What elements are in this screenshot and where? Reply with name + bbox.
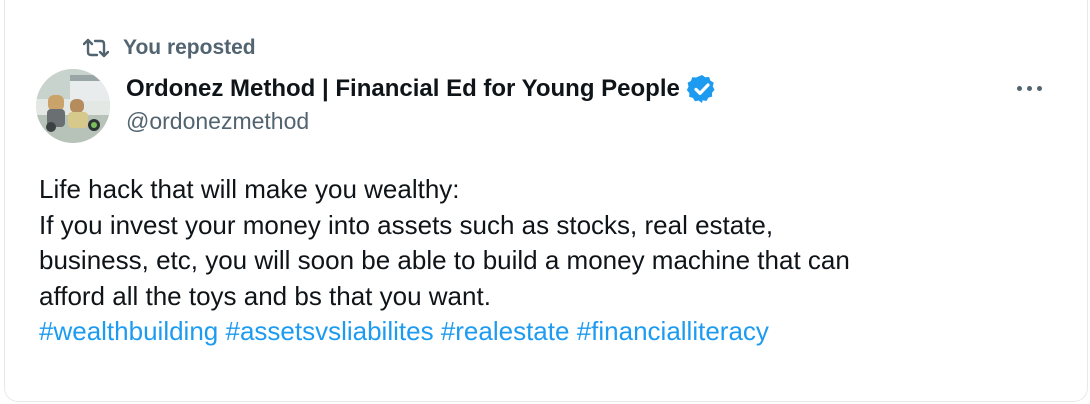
dot: [1016, 85, 1022, 91]
repost-label: You reposted: [123, 36, 256, 59]
repost-icon: [83, 38, 109, 58]
hashtag-link[interactable]: #assetsvsliabilites: [225, 316, 433, 346]
tweet-line: afford all the toys and bs that you want…: [39, 280, 491, 311]
tweet-line: Life hack that will make you wealthy:: [39, 174, 460, 204]
dot: [1026, 85, 1032, 91]
tweet-card[interactable]: You reposted Ordonez Method | Financial …: [4, 0, 1088, 402]
hashtag-row: #wealthbuilding #assetsvsliabilites #rea…: [39, 314, 1059, 350]
author-handle[interactable]: @ordonezmethod: [126, 108, 309, 135]
author-display-name[interactable]: Ordonez Method | Financial Ed for Young …: [126, 75, 680, 103]
tweet-line: business, etc, you will soon be able to …: [39, 245, 850, 275]
tweet-line: If you invest your money into assets suc…: [39, 209, 774, 240]
repost-indicator: You reposted: [83, 34, 256, 62]
hashtag-link[interactable]: #financialliteracy: [577, 316, 769, 346]
tweet-text: Life hack that will make you wealthy: If…: [39, 172, 1059, 350]
more-options-icon[interactable]: [1009, 76, 1049, 100]
hashtag-link[interactable]: #realestate: [441, 316, 570, 346]
avatar[interactable]: [36, 69, 110, 143]
dot: [1036, 85, 1042, 91]
verified-badge-icon: [686, 75, 715, 103]
avatar-image: [36, 69, 110, 143]
hashtag-link[interactable]: #wealthbuilding: [39, 316, 218, 346]
author-row: Ordonez Method | Financial Ed for Young …: [126, 72, 718, 106]
